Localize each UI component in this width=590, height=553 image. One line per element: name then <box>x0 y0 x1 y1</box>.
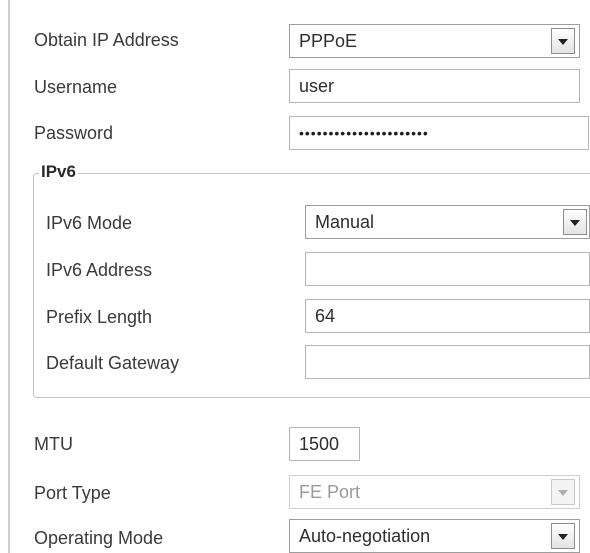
username-input[interactable]: user <box>289 69 580 103</box>
obtain-ip-value: PPPoE <box>299 31 358 51</box>
chevron-down-icon[interactable] <box>551 28 575 54</box>
ipv6-mode-label: IPv6 Mode <box>46 213 133 233</box>
chevron-down-icon <box>551 479 575 505</box>
obtain-ip-label: Obtain IP Address <box>34 30 179 50</box>
ipv6-address-input[interactable] <box>305 252 590 286</box>
password-input[interactable]: •••••••••••••••••••••• <box>289 116 589 150</box>
chevron-down-icon[interactable] <box>563 209 587 235</box>
username-label: Username <box>34 77 118 97</box>
chevron-down-icon[interactable] <box>551 523 575 549</box>
obtain-ip-select[interactable]: PPPoE <box>289 24 580 58</box>
operating-mode-select[interactable]: Auto-negotiation <box>289 519 580 553</box>
page-left-border <box>8 0 10 553</box>
default-gateway-input[interactable] <box>305 345 590 379</box>
operating-mode-value: Auto-negotiation <box>299 526 431 546</box>
ipv6-mode-value: Manual <box>315 212 375 232</box>
ipv6-mode-select[interactable]: Manual <box>305 205 590 239</box>
ipv6-legend: IPv6 <box>39 161 78 183</box>
port-type-value: FE Port <box>299 482 361 502</box>
mtu-label: MTU <box>34 434 73 454</box>
ipv6-address-label: IPv6 Address <box>46 260 153 280</box>
port-type-select: FE Port <box>289 475 580 509</box>
operating-mode-label: Operating Mode <box>34 528 164 548</box>
mtu-input[interactable]: 1500 <box>289 427 360 461</box>
default-gateway-label: Default Gateway <box>46 353 180 373</box>
port-type-label: Port Type <box>34 483 111 503</box>
prefix-length-label: Prefix Length <box>46 307 153 327</box>
password-label: Password <box>34 123 114 143</box>
prefix-length-input[interactable]: 64 <box>305 299 590 333</box>
